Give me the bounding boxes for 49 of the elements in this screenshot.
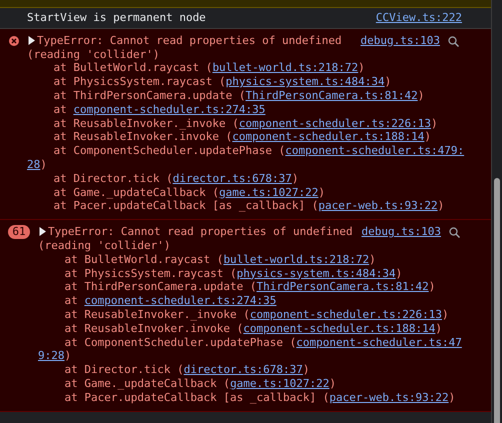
stack-frame: at ReusableInvoker._invoke (component-scheduler.ts:226:13) — [38, 308, 462, 322]
source-link[interactable]: component-scheduler.ts:226:13 — [250, 308, 442, 321]
stack-frame: at Pacer.updateCallback [as _callback] (pacer-web.ts:93:22) — [27, 199, 464, 214]
stack-frame: at Pacer.updateCallback [as _callback] (pacer-web.ts:93:22) — [38, 390, 462, 405]
stack-frame: at ComponentScheduler.updatePhase (component-scheduler.ts:47 9:28) — [38, 336, 462, 364]
source-link[interactable]: debug.ts:103 — [362, 225, 441, 239]
source-link[interactable]: component-scheduler.ts:274:35 — [84, 294, 276, 308]
source-link[interactable]: game.ts:1027:22 — [230, 376, 330, 390]
stack-frame: at BulletWorld.raycast (bullet-world.ts:218:72) — [38, 252, 462, 267]
stack-frame: at component-scheduler.ts:274:35 — [27, 102, 464, 117]
log-message: StartView is permanent node — [27, 11, 206, 25]
source-link[interactable]: bullet-world.ts:218:72 — [212, 61, 358, 74]
source-link[interactable]: component-scheduler.ts:188:14 — [243, 322, 436, 335]
stack-frame: at ReusableInvoker.invoke (component-scheduler.ts:188:14) — [38, 322, 462, 336]
stack-frame: at ThirdPersonCamera.update (ThirdPersonCamera.ts:81:42) — [38, 280, 462, 294]
source-link[interactable]: component-scheduler.ts:188:14 — [232, 130, 424, 144]
source-link[interactable]: pacer-web.ts:93:22 — [329, 390, 449, 404]
stack-frame: at ThirdPersonCamera.update (ThirdPersonCamera.ts:81:42) — [27, 88, 464, 103]
stack-frame: at BulletWorld.raycast (bullet-world.ts:218:72) — [27, 61, 464, 76]
source-link[interactable]: debug.ts:103 — [360, 34, 440, 48]
source-link[interactable]: pacer-web.ts:93:22 — [318, 199, 438, 212]
stack-frame: at Game._updateCallback (game.ts:1027:22) — [27, 186, 464, 200]
source-link[interactable]: component-scheduler.ts:226:13 — [238, 116, 431, 130]
source-link[interactable]: component-scheduler.ts:47 — [296, 336, 462, 349]
error-message[interactable]: TypeError: Cannot read properties of undefined (reading 'collider') — [27, 34, 358, 62]
stack-frame: at component-scheduler.ts:274:35 — [38, 294, 462, 308]
source-link[interactable]: 9:28 — [38, 349, 64, 362]
source-link[interactable]: component-scheduler.ts:479: — [285, 144, 464, 158]
stack-frame: at ComponentScheduler.updatePhase (component-scheduler.ts:479: 28) — [27, 144, 464, 172]
source-link[interactable]: CCView.ts:222 — [376, 11, 462, 25]
error-message[interactable]: TypeError: Cannot read properties of undefined (reading 'collider') — [38, 225, 359, 253]
source-link[interactable]: director.ts:678:37 — [184, 363, 303, 376]
source-link[interactable]: 28 — [27, 158, 40, 171]
source-link[interactable]: physics-system.ts:484:34 — [226, 75, 385, 88]
source-link[interactable]: director.ts:678:37 — [172, 172, 292, 185]
stack-frame: at Director.tick (director.ts:678:37) — [38, 363, 462, 377]
source-link[interactable]: game.ts:1027:22 — [219, 186, 318, 199]
repeat-count-badge: 61 — [8, 225, 30, 240]
stack-frame: at PhysicsSystem.raycast (physics-system.ts:484:34) — [38, 266, 462, 280]
stack-frame: at Director.tick (director.ts:678:37) — [27, 172, 464, 186]
source-link[interactable]: component-scheduler.ts:274:35 — [73, 102, 266, 116]
source-link[interactable]: ThirdPersonCamera.ts:81:42 — [246, 88, 418, 102]
stack-frame: at PhysicsSystem.raycast (physics-system.ts:484:34) — [27, 75, 464, 89]
source-link[interactable]: bullet-world.ts:218:72 — [223, 252, 370, 266]
source-link[interactable]: ThirdPersonCamera.ts:81:42 — [256, 280, 429, 294]
stack-frame: at ReusableInvoker._invoke (component-scheduler.ts:226:13) — [27, 116, 464, 130]
source-link[interactable]: physics-system.ts:484:34 — [236, 266, 396, 280]
stack-frame: at ReusableInvoker.invoke (component-scheduler.ts:188:14) — [27, 130, 464, 144]
stack-frame: at Game._updateCallback (game.ts:1027:22) — [38, 376, 462, 391]
